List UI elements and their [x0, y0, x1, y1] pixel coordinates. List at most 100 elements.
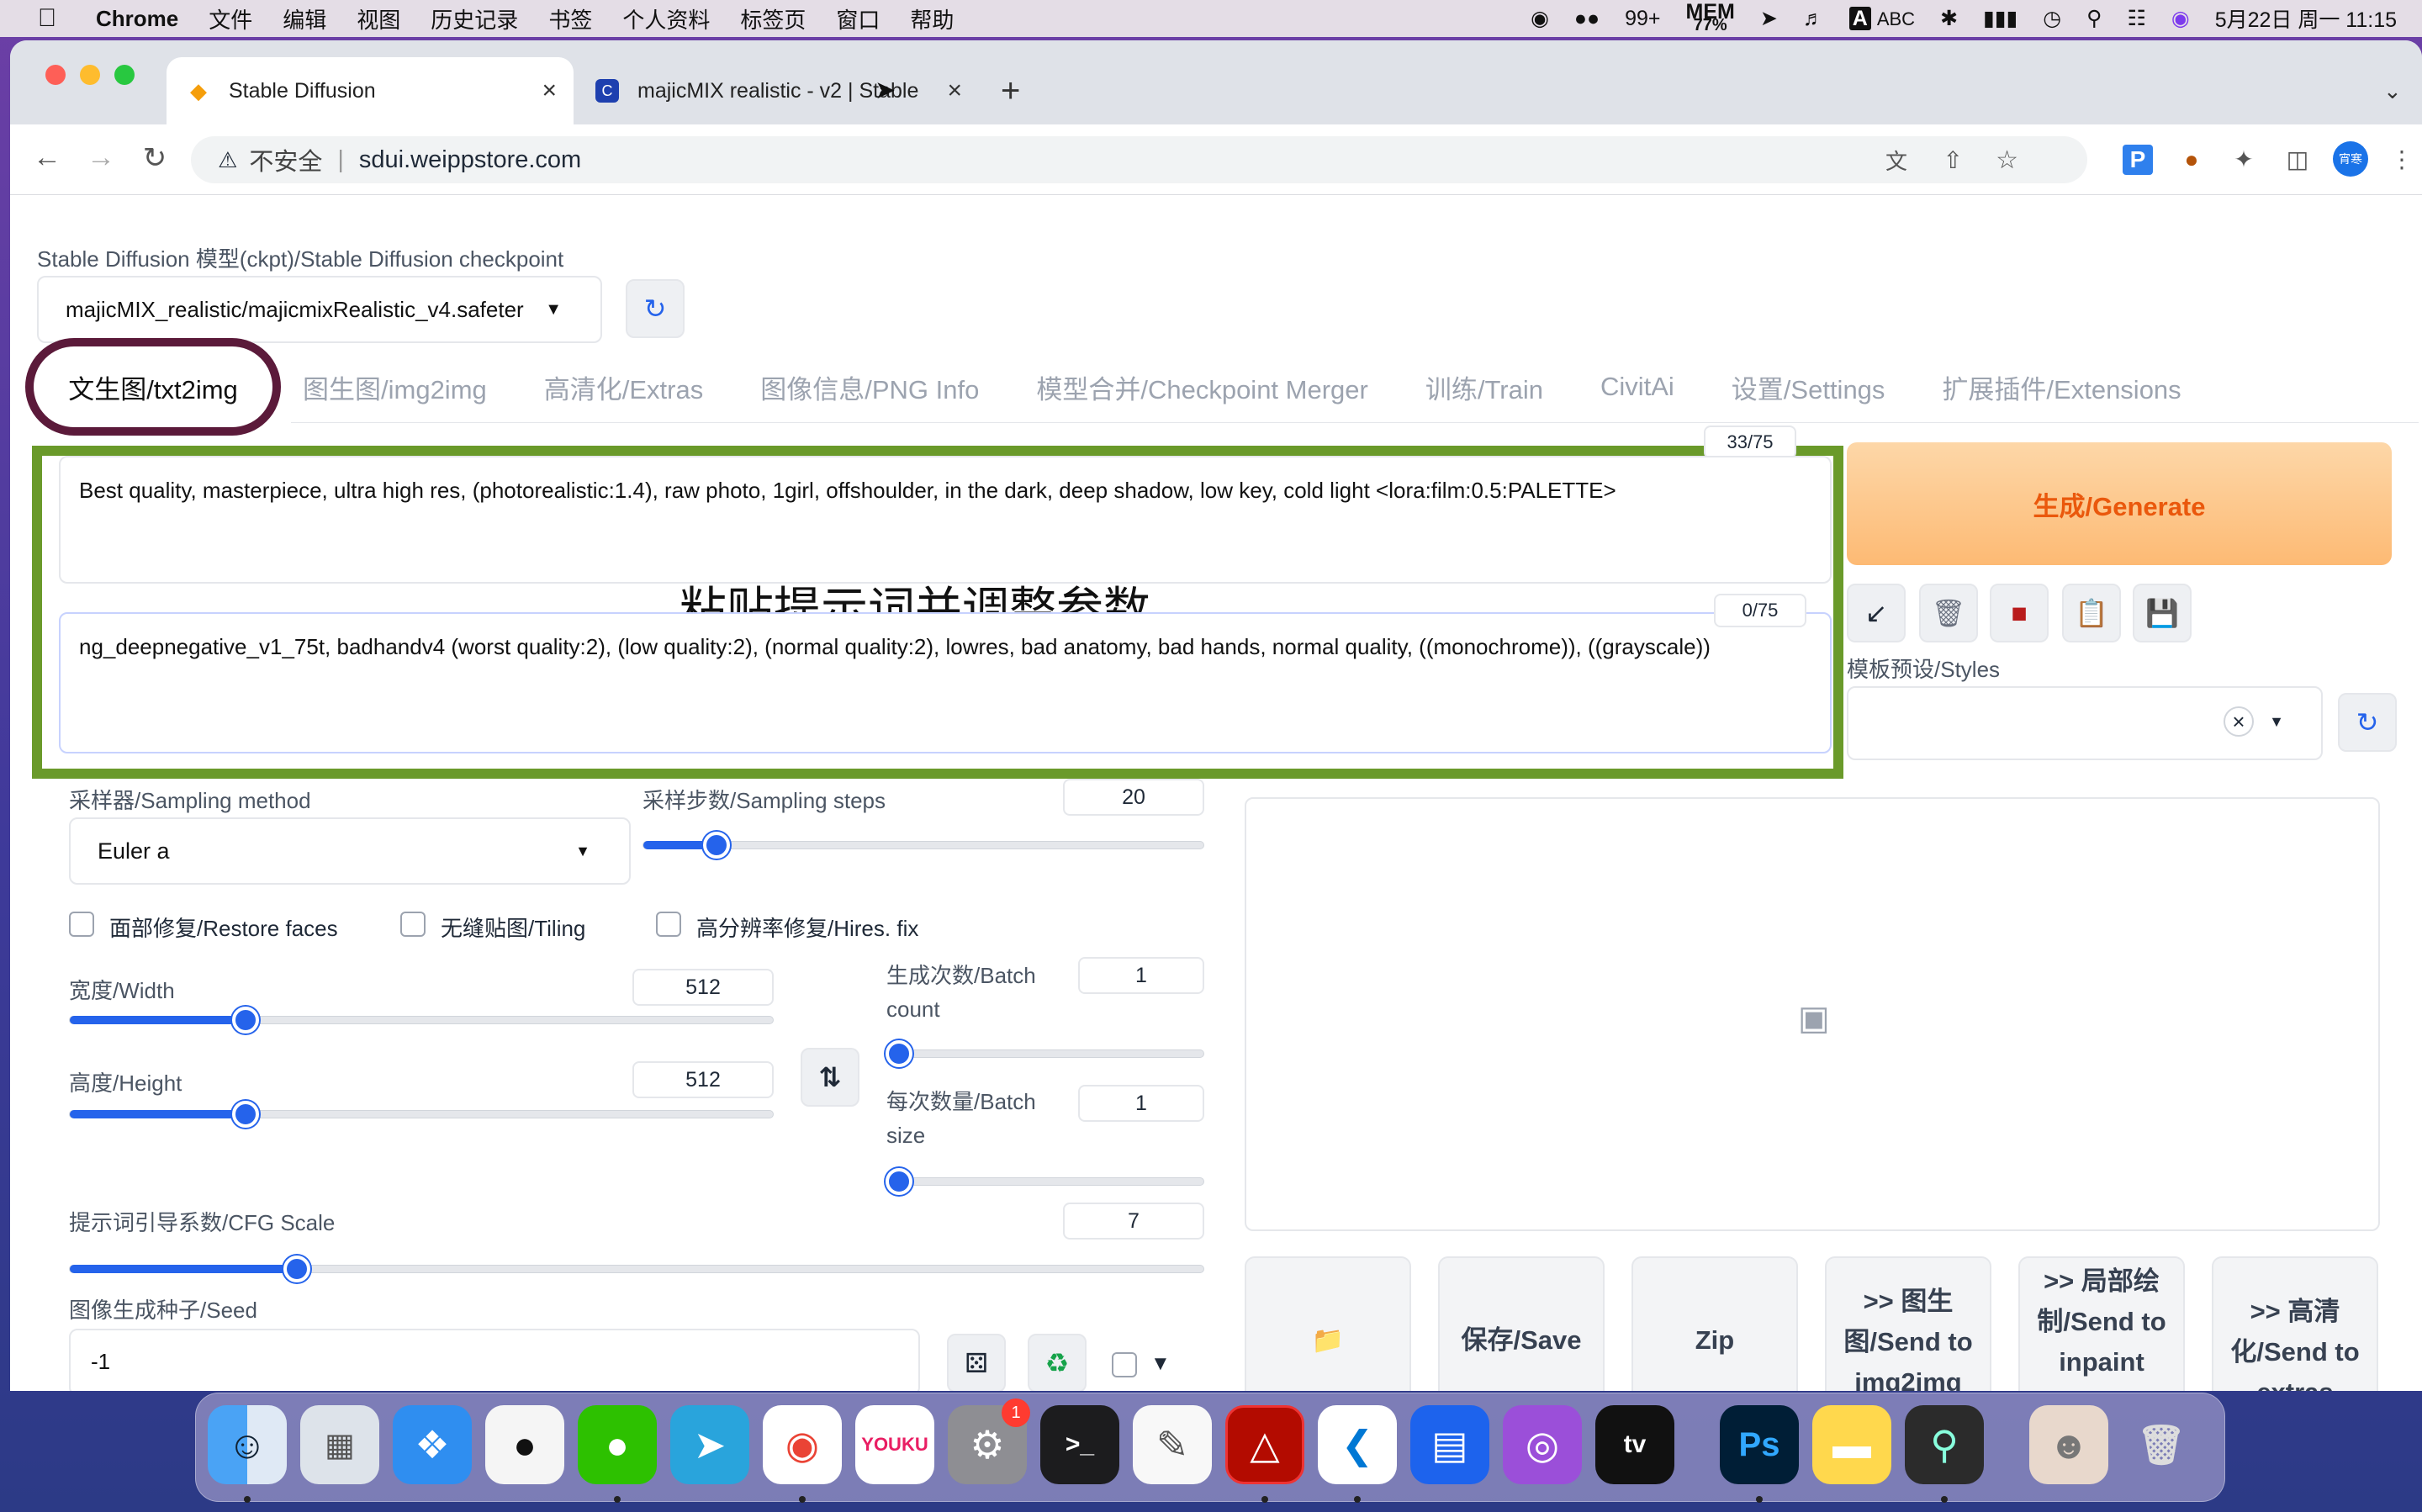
url-text[interactable]: sdui.weippstore.com — [359, 146, 581, 174]
tab-train[interactable]: 训练/Train — [1425, 368, 1543, 406]
extra-networks-button[interactable]: ■ — [1990, 584, 2049, 642]
textedit-icon[interactable]: ✎ — [1133, 1405, 1212, 1484]
menu-window[interactable]: 窗口 — [836, 3, 880, 34]
batch-count-input[interactable]: 1 — [1078, 957, 1204, 994]
youku-icon[interactable]: YOUKU — [855, 1405, 934, 1484]
chrome-icon[interactable]: ◉ — [763, 1405, 842, 1484]
headphones-icon[interactable]: ♬ — [1803, 7, 1824, 31]
close-tab-icon[interactable]: × — [947, 77, 962, 105]
extension-p-icon[interactable]: P — [2123, 145, 2153, 175]
checkpoint-select[interactable]: majicMIX_realistic/majicmixRealistic_v4.… — [37, 276, 602, 343]
clear-styles-icon[interactable]: × — [2224, 706, 2254, 737]
new-tab-button[interactable]: + — [1001, 57, 1020, 124]
refresh-styles-button[interactable]: ↻ — [2338, 693, 2397, 752]
safari-icon[interactable]: ❖ — [393, 1405, 472, 1484]
zoom-window-button[interactable] — [114, 65, 135, 85]
save-style-button[interactable]: 💾 — [2133, 584, 2192, 642]
tab-civitai[interactable]: CivitAi — [1600, 372, 1674, 402]
sampling-steps-slider[interactable] — [643, 832, 1204, 859]
telegram-icon[interactable]: ➤ — [670, 1405, 749, 1484]
negative-prompt-textarea[interactable]: ng_deepnegative_v1_75t, badhandv4 (worst… — [59, 612, 1832, 753]
tiling-checkbox[interactable] — [400, 912, 426, 937]
tab-extensions[interactable]: 扩展插件/Extensions — [1942, 368, 2181, 406]
menu-history[interactable]: 历史记录 — [431, 3, 518, 34]
menu-view[interactable]: 视图 — [357, 3, 400, 34]
zip-button[interactable]: Zip — [1631, 1256, 1798, 1391]
menu-profiles[interactable]: 个人资料 — [622, 3, 710, 34]
send-to-inpaint-button[interactable]: >> 局部绘制/Send to inpaint — [2018, 1256, 2185, 1391]
back-icon[interactable]: ← — [29, 141, 66, 174]
apply-style-button[interactable]: 📋 — [2062, 584, 2121, 642]
terminal-icon[interactable]: >_ — [1040, 1405, 1119, 1484]
minimize-window-button[interactable] — [80, 65, 100, 85]
bluetooth-icon[interactable]: ✱ — [1940, 6, 1958, 31]
menu-file[interactable]: 文件 — [209, 3, 252, 34]
tab-settings[interactable]: 设置/Settings — [1732, 368, 1885, 406]
browser-tab-majicmix[interactable]: C majicMIX realistic - v2 | Stable × — [575, 57, 979, 124]
close-window-button[interactable] — [45, 65, 66, 85]
launchpad-icon[interactable]: ▦ — [300, 1405, 379, 1484]
width-input[interactable]: 512 — [632, 969, 774, 1006]
width-slider[interactable] — [69, 1007, 774, 1034]
paper-plane-icon[interactable]: ➤ — [1760, 6, 1778, 31]
menu-tabs[interactable]: 标签页 — [740, 3, 806, 34]
extension-badge-icon[interactable]: ● — [2176, 145, 2207, 175]
control-center-icon[interactable]: ☷ — [2127, 6, 2145, 31]
clear-prompt-button[interactable]: 🗑 — [1919, 584, 1978, 642]
send-to-extras-button[interactable]: >> 高清化/Send to extras — [2212, 1256, 2378, 1391]
cfg-scale-slider[interactable] — [69, 1256, 1204, 1282]
menubar-datetime[interactable]: 5月22日 周一 11:15 — [2215, 3, 2397, 34]
triangle-down-icon[interactable]: ▼ — [1150, 1352, 1171, 1376]
sampling-steps-input[interactable]: 20 — [1063, 779, 1204, 816]
menu-bookmarks[interactable]: 书签 — [548, 3, 592, 34]
batch-count-slider[interactable] — [886, 1040, 1204, 1067]
acrobat-icon[interactable]: △ — [1225, 1405, 1304, 1484]
wechat-icon[interactable]: ● — [578, 1405, 657, 1484]
height-slider[interactable] — [69, 1101, 774, 1128]
record-icon[interactable]: ◉ — [1531, 6, 1549, 31]
close-tab-icon[interactable]: × — [542, 77, 557, 105]
random-seed-button[interactable]: ⚄ — [947, 1334, 1006, 1391]
forward-icon[interactable]: → — [82, 141, 119, 174]
swap-dimensions-button[interactable]: ⇅ — [801, 1048, 859, 1107]
batch-size-input[interactable]: 1 — [1078, 1085, 1204, 1122]
extensions-puzzle-icon[interactable]: ✦ — [2229, 145, 2259, 175]
tab-search-chevron-icon[interactable]: ⌄ — [2383, 57, 2402, 124]
styles-select[interactable]: × ▼ — [1847, 686, 2323, 760]
reload-icon[interactable]: ↻ — [136, 141, 173, 175]
hires-fix-checkbox[interactable] — [656, 912, 681, 937]
save-button[interactable]: 保存/Save — [1438, 1256, 1605, 1391]
sampling-method-select[interactable]: Euler a ▼ — [69, 817, 631, 885]
siri-icon[interactable]: ◉ — [2171, 6, 2190, 31]
vscode-icon[interactable]: ❮ — [1318, 1405, 1397, 1484]
tab-img2img[interactable]: 图生图/img2img — [303, 368, 487, 406]
read-params-button[interactable]: ↙ — [1847, 584, 1906, 642]
tab-png-info[interactable]: 图像信息/PNG Info — [760, 368, 979, 406]
height-input[interactable]: 512 — [632, 1061, 774, 1098]
quicktime-icon[interactable]: ⚲ — [1905, 1405, 1984, 1484]
bookmark-star-icon[interactable]: ☆ — [1996, 145, 2018, 175]
chrome-menu-icon[interactable]: ⋮ — [2387, 145, 2417, 175]
finder-icon[interactable]: ☺ — [208, 1405, 287, 1484]
slider-thumb[interactable] — [232, 1007, 259, 1034]
prompt-textarea[interactable]: Best quality, masterpiece, ultra high re… — [59, 456, 1832, 584]
restore-faces-checkbox[interactable] — [69, 912, 94, 937]
slider-thumb[interactable] — [702, 832, 730, 859]
translate-icon[interactable]: 文 — [1885, 145, 1907, 176]
generate-button[interactable]: 生成/Generate — [1847, 442, 2392, 565]
address-bar[interactable]: ⚠ 不安全 | sdui.weippstore.com 文 ⇧ ☆ — [191, 136, 2087, 183]
photo-thumbnail-icon[interactable]: ☻ — [2029, 1405, 2108, 1484]
wechat-status-icon[interactable]: ●● — [1574, 7, 1600, 31]
extra-seed-checkbox[interactable] — [1112, 1352, 1137, 1377]
tab-checkpoint-merger[interactable]: 模型合并/Checkpoint Merger — [1036, 368, 1368, 406]
share-icon[interactable]: ⇧ — [1943, 146, 1963, 174]
tab-txt2img[interactable]: 文生图/txt2img — [25, 338, 281, 436]
menu-help[interactable]: 帮助 — [910, 3, 954, 34]
docker-icon[interactable]: ▤ — [1410, 1405, 1489, 1484]
slider-thumb[interactable] — [232, 1101, 259, 1128]
menu-edit[interactable]: 编辑 — [283, 3, 326, 34]
slider-thumb[interactable] — [886, 1040, 912, 1067]
cfg-scale-input[interactable]: 7 — [1063, 1203, 1204, 1240]
spotlight-search-icon[interactable]: ⚲ — [2086, 6, 2102, 31]
send-to-img2img-button[interactable]: >> 图生图/Send to img2img — [1825, 1256, 1991, 1391]
